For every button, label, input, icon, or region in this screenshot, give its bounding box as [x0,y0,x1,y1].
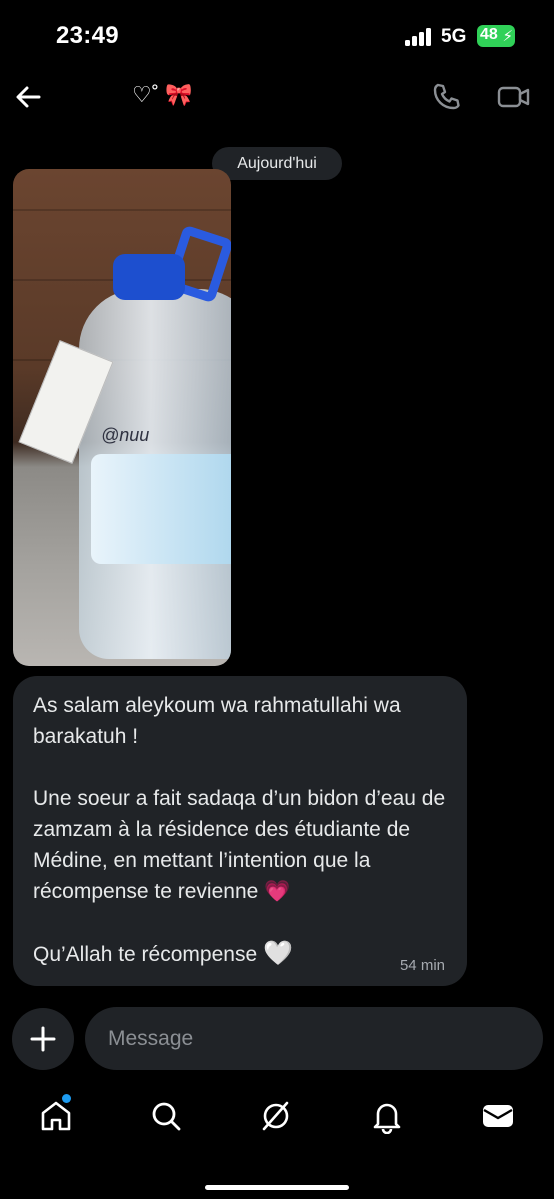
signal-strength-icon [405,28,431,46]
home-icon [41,1101,71,1131]
conversation-header: ♡˚ 🎀 [0,72,554,132]
message-text: Une soeur a fait sadaqa d’un bidon d’eau… [33,787,446,903]
messages-envelope-icon [483,1105,513,1127]
title-bow: 🎀 [165,82,193,107]
date-separator: Aujourd'hui [212,147,342,180]
notifications-bell-icon [373,1103,401,1135]
message-paragraph: As salam aleykoum wa rahmatullahi wa bar… [33,690,447,752]
pink-heart-emoji: 💗 [264,880,291,903]
nav-home[interactable] [38,1094,74,1134]
message-paragraph: Qu’Allah te récompense 🤍 [33,938,447,970]
bottle-label [91,454,231,564]
network-type: 5G [441,26,467,47]
search-icon [152,1102,181,1131]
message-text: Qu’Allah te récompense [33,943,258,966]
bottle-cap [113,254,185,300]
add-media-button[interactable] [12,1008,74,1070]
title-heart: ♡˚ [132,82,160,107]
phone-icon [433,83,460,110]
charging-bolt-icon: ⚡ [502,28,513,45]
message-bubble[interactable]: As salam aleykoum wa rahmatullahi wa bar… [13,676,467,986]
nav-notifications[interactable] [369,1098,405,1135]
arrow-left-icon [16,86,41,108]
bottom-navigation [0,1088,554,1148]
conversation-title[interactable]: ♡˚ 🎀 [132,82,193,108]
photo-detail [13,209,231,211]
status-bar: 23:49 5G 48 ⚡ [0,0,554,72]
message-text: As salam aleykoum wa rahmatullahi wa bar… [33,694,401,748]
grok-icon [262,1101,289,1131]
white-heart-emoji: 🤍 [262,940,293,967]
battery-icon: 48 ⚡ [477,25,515,47]
battery-level: 48 [480,26,498,43]
video-camera-icon [497,86,530,108]
shared-photo[interactable]: @nuu [13,169,231,666]
back-button[interactable] [12,80,46,114]
message-paragraph: Une soeur a fait sadaqa d’un bidon d’eau… [33,783,447,907]
status-time: 23:49 [56,22,119,49]
call-button[interactable] [430,81,462,113]
nav-messages[interactable] [480,1098,516,1134]
message-timestamp: 54 min [399,957,445,974]
nav-grok[interactable] [258,1098,294,1134]
notification-dot [62,1094,71,1103]
plus-icon [30,1026,56,1052]
bottle-handwriting: @nuu [101,425,150,445]
home-indicator[interactable] [205,1185,349,1190]
message-input[interactable] [85,1007,543,1070]
video-call-button[interactable] [496,81,532,113]
nav-search[interactable] [148,1098,184,1134]
dm-conversation-screen: 23:49 5G 48 ⚡ ♡˚ 🎀 Aujourd'hui @nuu As s… [0,0,554,1199]
